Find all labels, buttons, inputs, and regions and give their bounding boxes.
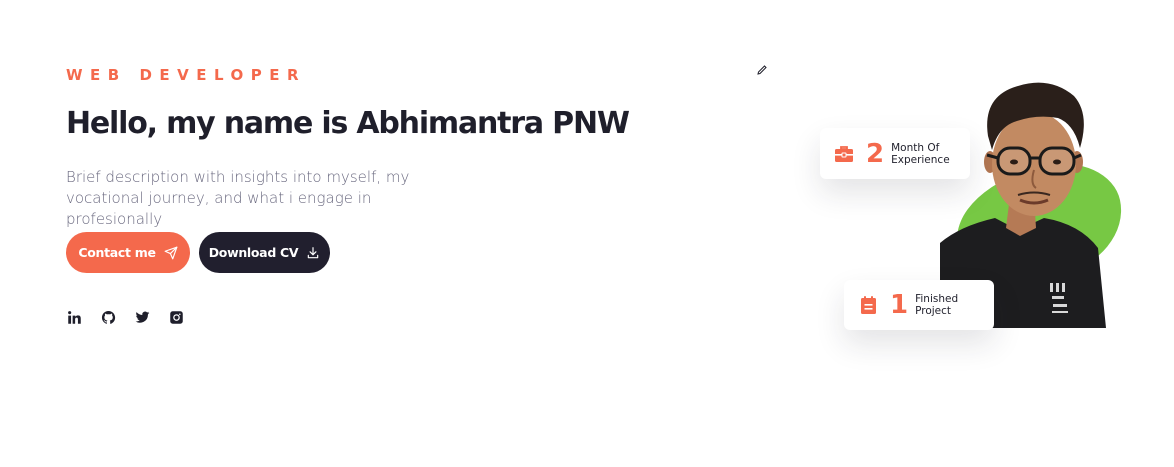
hero-section: WEB DEVELOPER Hello, my name is Abhimant… (0, 0, 1174, 467)
contact-button-label: Contact me (78, 245, 156, 260)
intro-description: Brief description with insights into mys… (66, 168, 410, 228)
twitter-icon[interactable] (134, 309, 150, 325)
projects-label: Finished Project (915, 293, 958, 317)
social-links (66, 309, 184, 325)
experience-label: Month Of Experience (891, 142, 950, 166)
pen-cursor-icon (757, 62, 767, 80)
download-icon (306, 246, 320, 260)
projects-label-line1: Finished (915, 293, 959, 305)
download-button-label: Download CV (208, 245, 299, 260)
linkedin-icon[interactable] (66, 309, 82, 325)
contact-button[interactable]: Contact me (66, 232, 190, 273)
experience-stat-card: 2 Month Of Experience (820, 128, 970, 179)
send-icon (164, 246, 178, 260)
projects-stat-card: 1 Finished Project (844, 280, 994, 330)
github-icon[interactable] (100, 309, 116, 325)
experience-label-line2: Experience (891, 153, 950, 166)
clipboard-icon (857, 294, 879, 316)
instagram-icon[interactable] (168, 309, 184, 325)
experience-number: 2 (866, 138, 885, 169)
briefcase-icon (833, 143, 855, 165)
page-title: Hello, my name is Abhimantra PNW (66, 106, 630, 141)
experience-label-line1: Month Of (891, 141, 940, 154)
role-label: WEB DEVELOPER (66, 66, 307, 84)
download-cv-button[interactable]: Download CV (199, 232, 330, 273)
projects-label-line2: Project (915, 305, 952, 317)
projects-number: 1 (890, 290, 909, 320)
